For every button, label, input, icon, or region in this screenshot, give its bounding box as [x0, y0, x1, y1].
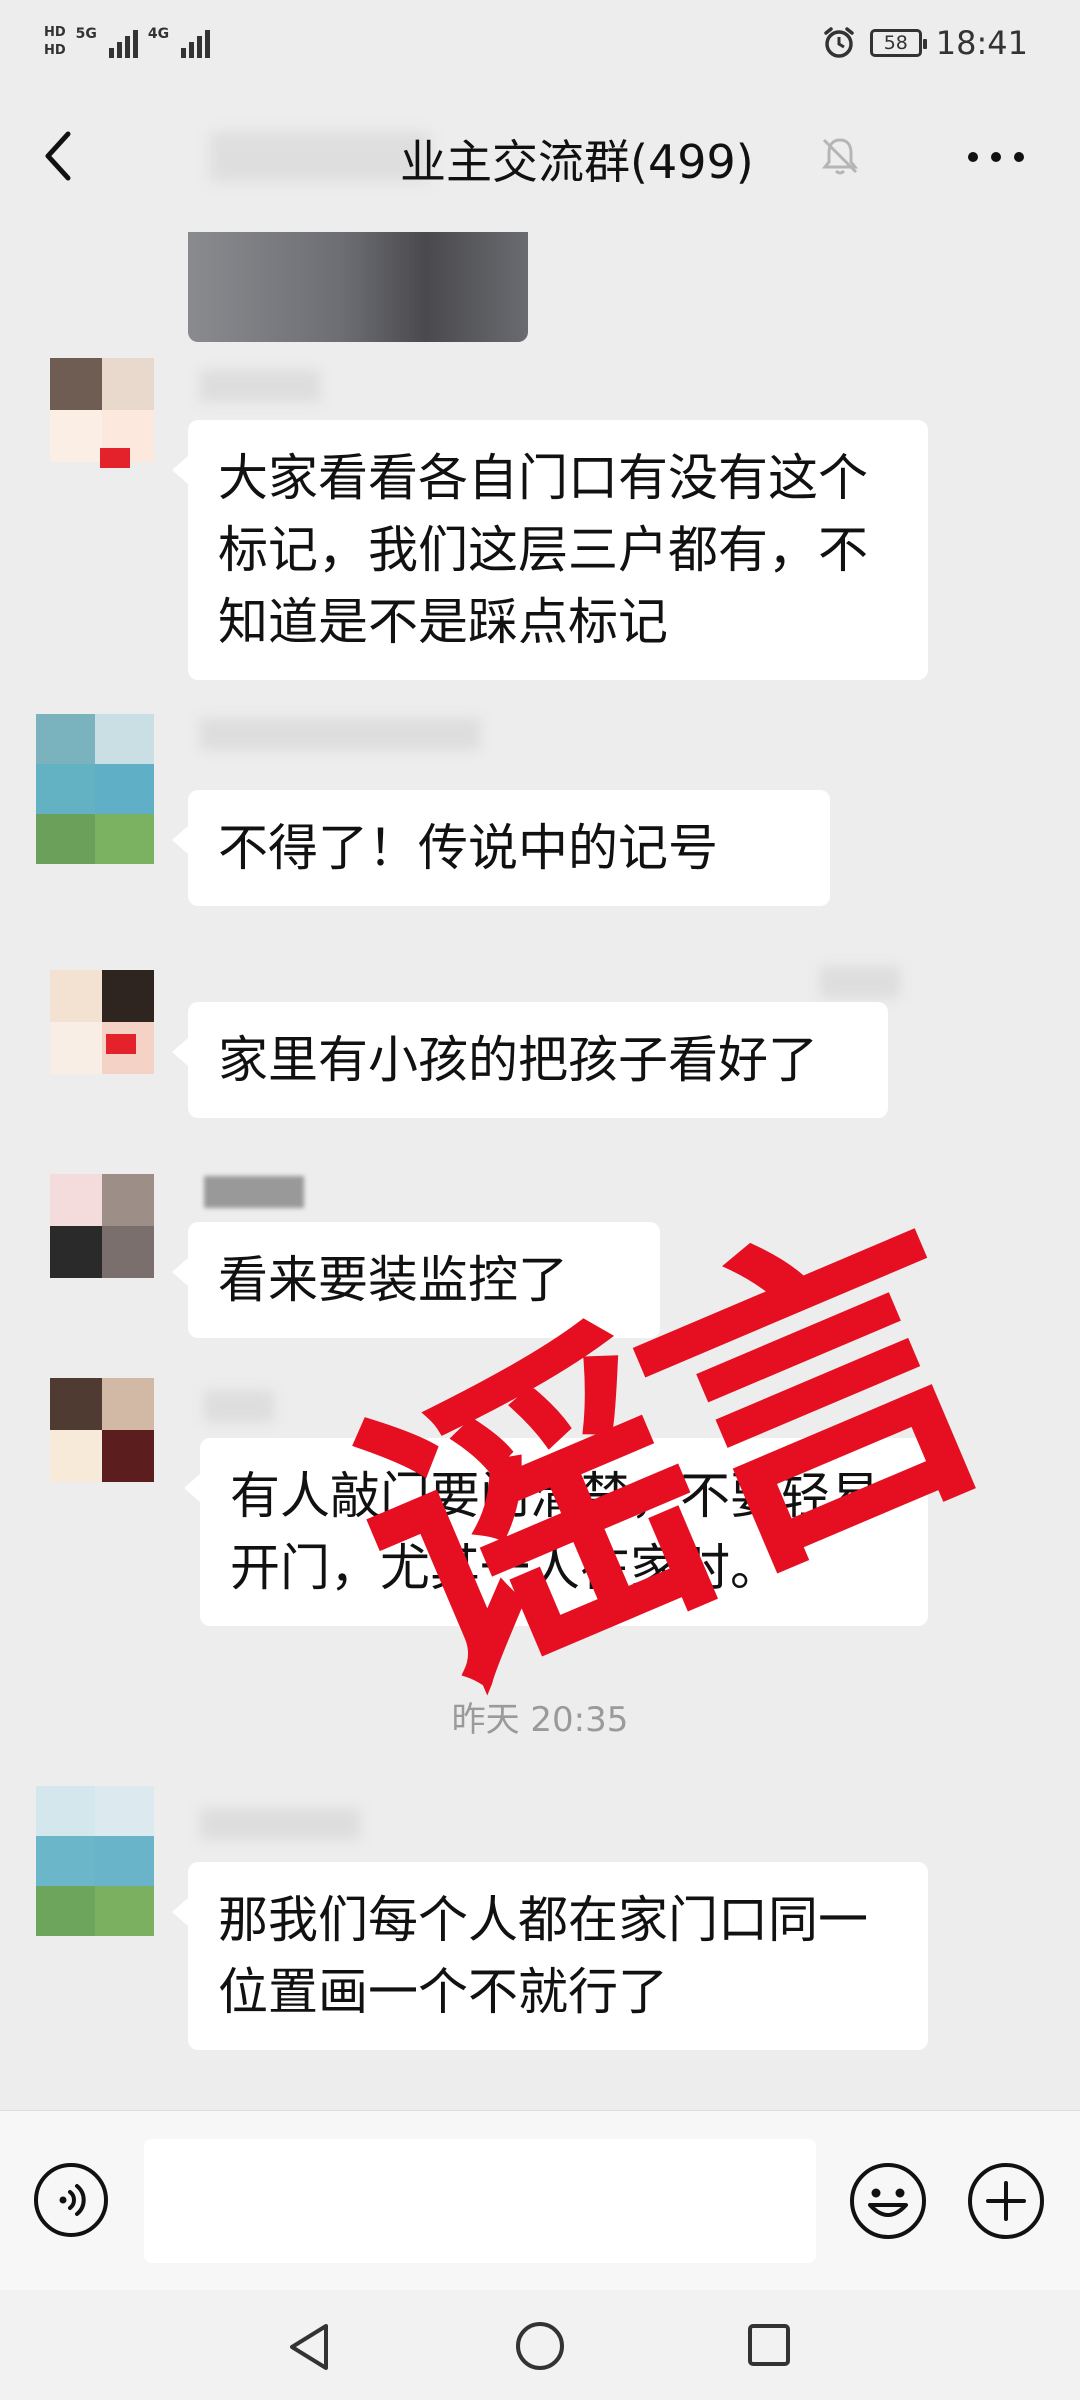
network-5g-label: 5G — [75, 26, 97, 42]
status-right: 58 18:41 — [822, 24, 1028, 62]
avatar[interactable] — [50, 1378, 154, 1482]
avatar[interactable] — [36, 714, 154, 864]
plus-icon[interactable] — [966, 2161, 1046, 2241]
message-text: 有人敲门要问清楚，不要轻易开门，尤其一人在家时。 — [230, 1467, 880, 1597]
voice-icon[interactable] — [32, 2161, 110, 2239]
message-bubble[interactable]: 不得了！传说中的记号 — [172, 790, 830, 906]
message-bubble[interactable]: 那我们每个人都在家门口同一位置画一个不就行了 — [172, 1862, 928, 2050]
alarm-clock-icon — [824, 27, 854, 58]
title-redacted-area — [210, 132, 430, 182]
chat-message-list[interactable]: 大家看看各自门口有没有这个标记，我们这层三户都有，不知道是不是踩点标记 不得了！… — [0, 212, 1080, 2110]
network-4g-label: 4G — [147, 26, 170, 42]
message-bubble[interactable]: 大家看看各自门口有没有这个标记，我们这层三户都有，不知道是不是踩点标记 — [172, 420, 928, 680]
sender-name-redacted — [204, 1390, 274, 1422]
message-text: 看来要装监控了 — [218, 1251, 568, 1309]
nav-back-icon[interactable] — [284, 2320, 334, 2374]
hd-badges: HD HD — [44, 26, 66, 58]
message-timestamp: 昨天 20:35 — [451, 1700, 629, 1740]
more-dots-icon[interactable] — [966, 150, 1026, 164]
avatar[interactable] — [50, 1174, 154, 1278]
system-navigation-bar — [0, 2290, 1080, 2400]
chat-title: 业主交流群(499) — [400, 135, 754, 189]
signal-strength-icon-2 — [181, 30, 211, 58]
message-input-bar — [0, 2110, 1080, 2291]
hd-label-2: HD — [44, 43, 66, 58]
status-bar: HD HD 5G 4G 58 18:41 — [0, 0, 1080, 100]
battery-indicator: 58 — [869, 29, 927, 57]
signal-strength-icon — [108, 30, 138, 58]
message-text: 大家看看各自门口有没有这个标记，我们这层三户都有，不知道是不是踩点标记 — [218, 449, 868, 651]
sender-name-redacted — [820, 966, 900, 998]
flag-badge-icon — [106, 1034, 136, 1054]
status-time: 18:41 — [935, 24, 1028, 62]
rumor-stamp: 谣言 — [305, 1160, 1028, 1761]
mute-bell-icon — [821, 138, 859, 175]
message-bubble[interactable]: 看来要装监控了 — [172, 1222, 660, 1338]
nav-recent-icon[interactable] — [746, 2322, 792, 2368]
message-bubble[interactable]: 家里有小孩的把孩子看好了 — [172, 1002, 888, 1118]
avatar[interactable] — [36, 1786, 154, 1936]
avatar[interactable] — [50, 970, 154, 1074]
signal-area: HD HD 5G 4G — [44, 26, 211, 58]
back-arrow-icon[interactable] — [38, 128, 78, 184]
sender-name-redacted — [200, 1808, 360, 1840]
hd-label-1: HD — [44, 25, 66, 40]
nav-home-icon[interactable] — [514, 2320, 566, 2372]
image-message[interactable] — [188, 232, 528, 342]
message-input[interactable] — [144, 2139, 816, 2263]
message-text: 那我们每个人都在家门口同一位置画一个不就行了 — [218, 1891, 868, 2021]
chat-header: 业主交流群(499) — [0, 100, 1080, 212]
message-bubble[interactable]: 有人敲门要问清楚，不要轻易开门，尤其一人在家时。 — [184, 1438, 928, 1626]
sender-name-redacted — [200, 370, 320, 402]
sender-name-redacted — [200, 718, 480, 750]
emoji-icon[interactable] — [848, 2161, 928, 2241]
sender-name-redacted — [204, 1176, 304, 1208]
avatar[interactable] — [50, 358, 154, 462]
flag-badge-icon — [100, 448, 130, 468]
message-text: 不得了！传说中的记号 — [218, 819, 718, 877]
message-text: 家里有小孩的把孩子看好了 — [218, 1031, 818, 1089]
